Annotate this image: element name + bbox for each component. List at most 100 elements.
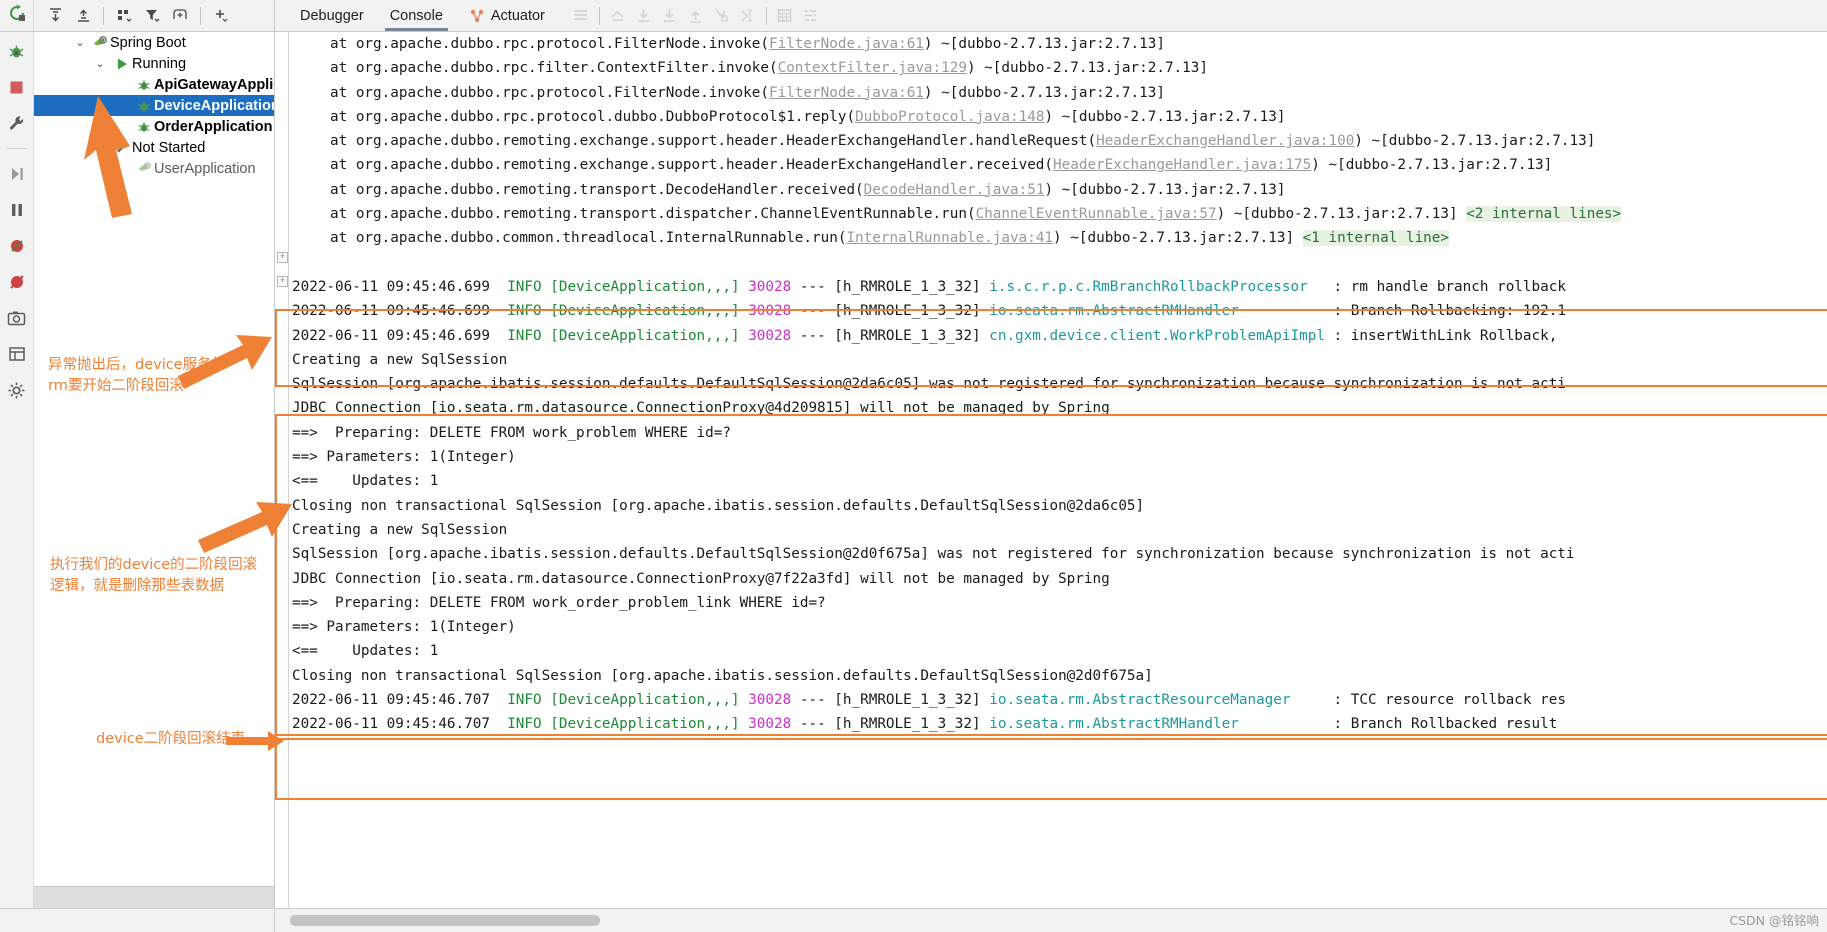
console-text-segment: --- [h_RMROLE_1_3_32] <box>791 327 990 344</box>
console-line: 2022-06-11 09:45:46.707 INFO [DeviceAppl… <box>290 712 1827 736</box>
step-out-icon[interactable] <box>605 4 631 28</box>
tab-console[interactable]: Console <box>377 0 456 31</box>
screenshot-icon[interactable] <box>4 305 30 331</box>
console-text-segment: io.seata.rm.AbstractRMHandler <box>989 303 1239 320</box>
tree-node-not-started[interactable]: ⌄ Not Started <box>34 137 274 158</box>
tree-item-orderapplication[interactable]: OrderApplication :6080/ <box>34 116 274 137</box>
source-link[interactable]: ChannelEventRunnable.java:57 <box>976 206 1217 222</box>
fold-toggle-1[interactable]: + <box>277 252 288 263</box>
console-text-segment: 2022-06-11 09:45:46.699 <box>292 327 508 344</box>
tab-actuator[interactable]: Actuator <box>456 0 558 31</box>
source-link[interactable]: ContextFilter.java:129 <box>778 60 967 76</box>
console-text-segment: <== Updates: 1 <box>292 473 439 490</box>
chevron-down-icon-notstarted[interactable]: ⌄ <box>92 141 108 154</box>
step-into-icon[interactable] <box>657 4 683 28</box>
expand-all-icon[interactable] <box>42 4 68 28</box>
run-to-cursor-icon[interactable] <box>735 4 761 28</box>
force-step-into-icon[interactable] <box>683 4 709 28</box>
console-text-segment: JDBC Connection [io.seata.rm.datasource.… <box>292 570 1110 587</box>
console-text-segment: at org.apache.dubbo.remoting.transport.d… <box>330 206 976 223</box>
console-line: ==> Preparing: DELETE FROM work_problem … <box>290 421 1827 445</box>
console-text-segment: 2022-06-11 09:45:46.707 <box>292 716 508 733</box>
horizontal-scrollbar[interactable] <box>290 915 600 926</box>
view-breakpoints-icon[interactable] <box>4 269 30 295</box>
console-text-segment: --- [h_RMROLE_1_3_32] <box>791 278 990 295</box>
console-line: at org.apache.dubbo.rpc.protocol.dubbo.D… <box>290 105 1827 129</box>
console-text-segment: io.seata.rm.AbstractResourceManager <box>989 692 1291 709</box>
tree-node-running-label: Running <box>132 55 187 72</box>
chevron-down-icon[interactable]: ⌄ <box>72 36 88 49</box>
console-text-segment <box>740 716 749 732</box>
source-link[interactable]: HeaderExchangeHandler.java:175 <box>1053 157 1311 173</box>
mute-breakpoints-icon[interactable] <box>4 233 30 259</box>
fold-toggle-2[interactable]: + <box>277 276 288 287</box>
console-line: <== Updates: 1 <box>290 639 1827 663</box>
console-text-segment <box>740 279 749 295</box>
settings-wrench-icon[interactable] <box>4 110 30 136</box>
console-text-segment: 2022-06-11 09:45:46.699 <box>292 278 508 295</box>
source-link[interactable]: FilterNode.java:61 <box>769 85 924 101</box>
console-line: at org.apache.dubbo.rpc.protocol.FilterN… <box>290 81 1827 105</box>
tree-item-apigatewayapplication[interactable]: ApiGatewayApplication :40 <box>34 74 274 95</box>
chevron-down-icon-running[interactable]: ⌄ <box>92 57 108 70</box>
step-out-frame-icon[interactable] <box>709 4 735 28</box>
console-line: Creating a new SqlSession <box>290 348 1827 372</box>
source-link[interactable]: FilterNode.java:61 <box>769 36 924 52</box>
tab-debugger[interactable]: Debugger <box>287 0 377 31</box>
evaluate-expression-icon[interactable] <box>772 4 798 28</box>
console-tabbar: Debugger Console Actuator <box>275 0 1827 31</box>
console-text-segment: at org.apache.dubbo.rpc.protocol.FilterN… <box>330 84 769 101</box>
console-text-segment: 30028 <box>748 303 792 320</box>
source-link[interactable]: DubboProtocol.java:148 <box>855 109 1044 125</box>
step-over-icon[interactable] <box>631 4 657 28</box>
tree-node-spring-boot-label: Spring Boot <box>110 34 186 51</box>
console-text[interactable]: at org.apache.dubbo.rpc.protocol.FilterN… <box>290 32 1827 908</box>
tree-node-running[interactable]: ⌄ Running <box>34 53 274 74</box>
source-link[interactable]: InternalRunnable.java:41 <box>846 230 1053 246</box>
console-text-segment <box>740 328 749 344</box>
tab-console-label: Console <box>389 7 443 24</box>
spring-boot-icon-user <box>134 161 154 176</box>
status-bar-left <box>0 909 275 932</box>
pause-program-icon[interactable] <box>4 197 30 223</box>
debug-icon[interactable] <box>4 38 30 64</box>
tree-toolbar <box>34 0 275 31</box>
console-text-segment: at org.apache.dubbo.remoting.exchange.su… <box>330 157 1054 174</box>
new-tab-icon[interactable] <box>167 4 193 28</box>
gear-icon[interactable] <box>4 377 30 403</box>
source-link[interactable]: DecodeHandler.java:51 <box>864 182 1045 198</box>
annotation-device-rollback-logic: 执行我们的device的二阶段回滚 逻辑，就是删除那些表数据 <box>50 557 258 594</box>
layout-icon[interactable] <box>4 341 30 367</box>
console-text-segment: i.s.c.r.p.c.RmBranchRollbackProcessor <box>989 278 1308 295</box>
console-text-segment: ) ~[dubbo-2.7.13.jar:2.7.13] <box>1053 230 1303 247</box>
tree-node-spring-boot[interactable]: ⌄ Spring Boot <box>34 32 274 53</box>
resume-program-icon[interactable] <box>4 161 30 187</box>
filter-icon[interactable] <box>139 4 165 28</box>
console-text-segment: ) ~[dubbo-2.7.13.jar:2.7.13] <box>1044 181 1286 198</box>
console-menu-icon[interactable] <box>568 4 594 28</box>
add-icon[interactable] <box>208 4 234 28</box>
settings-list-icon[interactable] <box>798 4 824 28</box>
source-link[interactable]: HeaderExchangeHandler.java:100 <box>1096 133 1354 149</box>
console-text-segment: INFO [DeviceApplication,,,] <box>507 303 740 320</box>
group-by-icon[interactable] <box>111 4 137 28</box>
console-text-segment: ) ~[dubbo-2.7.13.jar:2.7.13] <box>923 36 1165 52</box>
console-text-segment: 2022-06-11 09:45:46.699 <box>292 303 508 320</box>
console-output-panel[interactable]: + + at org.apache.dubbo.rpc.protocol.Fil… <box>275 32 1827 908</box>
tab-debugger-label: Debugger <box>300 7 364 24</box>
rerun-icon[interactable] <box>8 4 26 27</box>
console-line: Creating a new SqlSession <box>290 518 1827 542</box>
console-text-segment: INFO [DeviceApplication,,,] <box>507 692 740 709</box>
console-line: at org.apache.dubbo.remoting.exchange.su… <box>290 153 1827 177</box>
stop-icon[interactable] <box>4 74 30 100</box>
console-text-segment: INFO [DeviceApplication,,,] <box>507 327 740 344</box>
strip-divider-1 <box>6 148 27 149</box>
tree-item-userapplication[interactable]: UserApplication <box>34 158 274 179</box>
run-icon <box>112 57 132 71</box>
collapse-all-icon[interactable] <box>70 4 96 28</box>
tree-item-deviceapplication[interactable]: DeviceApplication :5080/ <box>34 95 274 116</box>
console-text-segment: Creating a new SqlSession <box>292 351 508 368</box>
console-line: at org.apache.dubbo.common.threadlocal.I… <box>290 226 1827 250</box>
app-bug-icon <box>134 78 154 92</box>
console-text-segment: : Branch Rollbacking: 192.1 <box>1238 303 1566 320</box>
